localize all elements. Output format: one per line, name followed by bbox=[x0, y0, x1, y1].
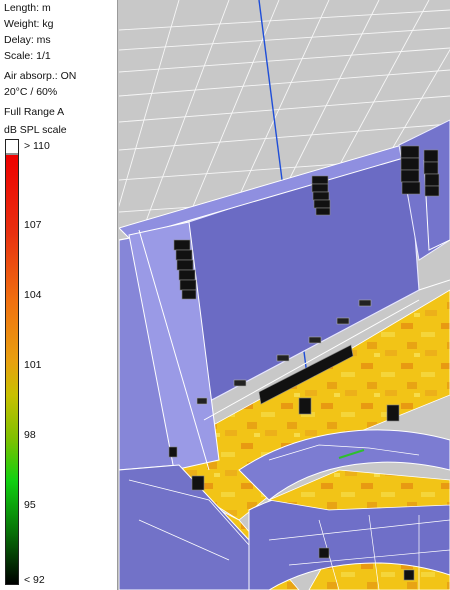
legend-label-min: < 92 bbox=[24, 574, 45, 586]
spl-color-scale bbox=[5, 139, 19, 585]
info-panel: Length: m Weight: kg Delay: ms Scale: 1/… bbox=[0, 0, 118, 590]
legend-label-max: > 110 bbox=[24, 140, 50, 152]
legend-label-101: 101 bbox=[24, 359, 42, 371]
conditions-label: 20°C / 60% bbox=[4, 86, 58, 98]
legend-label-95: 95 bbox=[24, 499, 36, 511]
weight-unit-label: Weight: kg bbox=[4, 18, 54, 30]
range-label: Full Range A bbox=[4, 106, 65, 118]
length-unit-label: Length: m bbox=[4, 2, 51, 14]
delay-unit-label: Delay: ms bbox=[4, 34, 51, 46]
3d-viewport[interactable] bbox=[119, 0, 450, 590]
legend-label-107: 107 bbox=[24, 219, 42, 231]
scale-label: Scale: 1/1 bbox=[4, 50, 51, 62]
air-absorption-label: Air absorp.: ON bbox=[4, 70, 77, 82]
legend-label-104: 104 bbox=[24, 289, 42, 301]
legend-label-98: 98 bbox=[24, 429, 36, 441]
legend-title: dB SPL scale bbox=[4, 124, 67, 136]
